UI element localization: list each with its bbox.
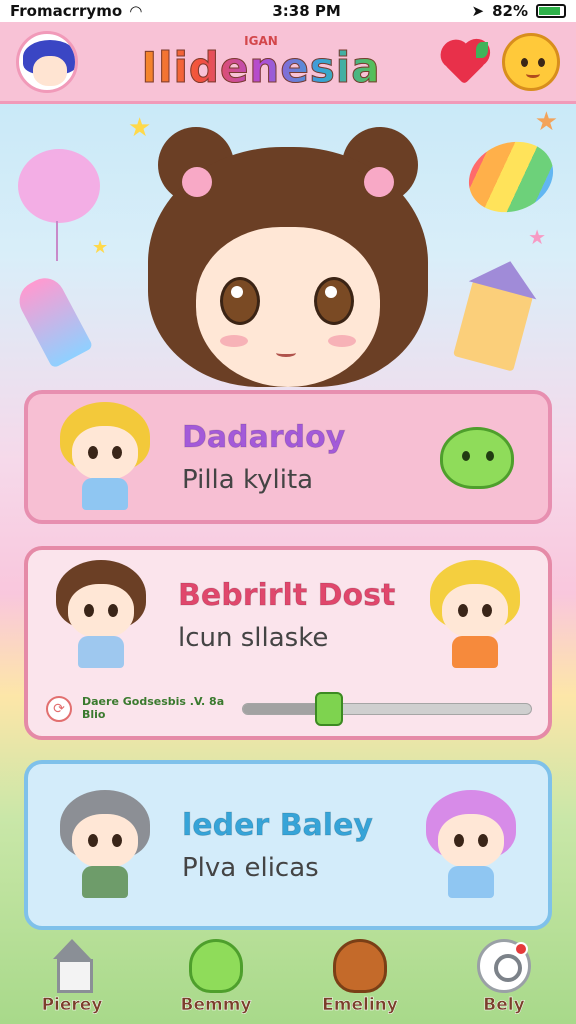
logo-title: Ilidenesia bbox=[141, 42, 381, 92]
card-title: Dadardoy bbox=[182, 419, 346, 455]
chibi-grey-catgirl-avatar bbox=[50, 790, 160, 900]
pet-companion-icon[interactable] bbox=[502, 32, 560, 91]
status-bar: Fromacrrymo ◠ 3:38 PM ➤ 82% bbox=[0, 0, 576, 22]
clock: 3:38 PM bbox=[272, 2, 341, 20]
balloon-icon bbox=[18, 149, 100, 261]
chocolate-icon bbox=[333, 939, 387, 993]
star-icon: ★ bbox=[528, 225, 546, 249]
nav-label: Emeliny bbox=[322, 995, 398, 1016]
progress-row: ⟳ Daere Godsesbis .V. 8a Blio bbox=[46, 692, 532, 726]
carrier-label: Fromacrrymo bbox=[10, 2, 123, 20]
battery-percent: 82% bbox=[492, 2, 528, 20]
profile-avatar[interactable] bbox=[16, 30, 78, 93]
character-card-3[interactable]: leder Baley Plva elicas bbox=[24, 760, 552, 930]
card-subtitle: Plva elicas bbox=[182, 852, 319, 883]
main-character-illustration bbox=[148, 127, 428, 407]
toy-house-icon bbox=[452, 280, 534, 372]
star-icon: ★ bbox=[92, 237, 109, 258]
notification-dot bbox=[514, 942, 528, 956]
card-title: leder Baley bbox=[182, 807, 374, 843]
hero-scene: ★ ★ ★ ★ bbox=[0, 107, 576, 407]
search-icon bbox=[477, 939, 531, 993]
card-subtitle: Pilla kylita bbox=[182, 464, 314, 495]
chibi-catgirl-avatar bbox=[46, 560, 156, 670]
house-icon bbox=[45, 939, 99, 993]
card-subtitle: lcun sllaske bbox=[178, 622, 329, 653]
timer-icon: ⟳ bbox=[46, 696, 72, 722]
slime-icon bbox=[189, 939, 243, 993]
nav-item-search[interactable]: Bely bbox=[449, 939, 559, 1015]
nav-item-home[interactable]: Pierey bbox=[17, 939, 127, 1015]
green-slime-icon bbox=[434, 417, 522, 497]
nav-label: Bely bbox=[483, 995, 525, 1016]
chibi-twin-tail-avatar bbox=[420, 560, 530, 670]
location-icon: ➤ bbox=[471, 2, 485, 20]
battery-icon bbox=[535, 4, 566, 18]
character-card-2[interactable]: Bebrirlt Dost lcun sllaske ⟳ Daere Godse… bbox=[24, 546, 552, 740]
favorites-heart-icon[interactable] bbox=[444, 40, 488, 85]
rainbow-ball-icon bbox=[458, 130, 564, 224]
nav-label: Pierey bbox=[41, 995, 103, 1016]
character-card-1[interactable]: Dadardoy Pilla kylita bbox=[24, 390, 552, 524]
nav-label: Bemmy bbox=[180, 995, 252, 1016]
bottom-nav: Pierey Bemmy Emeliny Bely bbox=[0, 930, 576, 1024]
chibi-pink-hair-avatar bbox=[416, 790, 526, 900]
wifi-icon: ◠ bbox=[130, 2, 142, 20]
card-title: Bebrirlt Dost bbox=[178, 577, 396, 613]
candy-rocket-icon bbox=[12, 271, 94, 369]
star-icon: ★ bbox=[534, 107, 558, 137]
progress-slider[interactable] bbox=[242, 692, 532, 726]
app-logo: IGAN Ilidenesia bbox=[141, 35, 380, 89]
progress-label: Daere Godsesbis .V. 8a Blio bbox=[82, 695, 225, 721]
app-header: IGAN Ilidenesia bbox=[0, 22, 576, 104]
nav-item-pets[interactable]: Bemmy bbox=[161, 939, 271, 1015]
nav-item-treats[interactable]: Emeliny bbox=[305, 939, 415, 1015]
chibi-blonde-avatar bbox=[50, 402, 160, 512]
slider-handle[interactable] bbox=[315, 692, 344, 726]
